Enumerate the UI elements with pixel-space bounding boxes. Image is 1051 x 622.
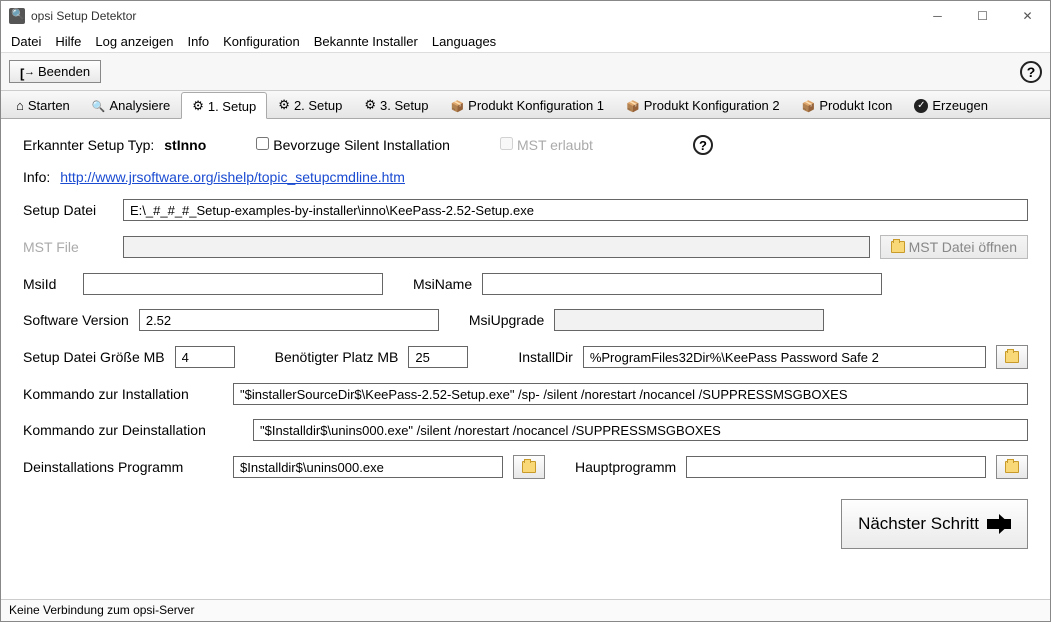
menu-konfiguration[interactable]: Konfiguration xyxy=(223,34,300,49)
needed-space-input[interactable] xyxy=(408,346,468,368)
installdir-browse-button[interactable] xyxy=(996,345,1028,369)
msiid-input[interactable] xyxy=(83,273,383,295)
menu-hilfe[interactable]: Hilfe xyxy=(55,34,81,49)
hauptprogramm-browse-button[interactable] xyxy=(996,455,1028,479)
package-icon xyxy=(802,98,816,113)
folder-icon xyxy=(891,241,905,253)
erkannter-setup-typ-value: stInno xyxy=(164,137,206,153)
exit-icon xyxy=(20,66,34,78)
mst-erlaubt-checkbox: MST erlaubt xyxy=(500,137,593,153)
tab-starten[interactable]: Starten xyxy=(5,92,81,118)
setup-datei-label: Setup Datei xyxy=(23,202,113,218)
tab-bar: Starten Analysiere 1. Setup 2. Setup 3. … xyxy=(1,91,1050,119)
naechster-schritt-button[interactable]: Nächster Schritt xyxy=(841,499,1028,549)
minimize-button[interactable]: ─ xyxy=(915,1,960,31)
menu-bekannte-installer[interactable]: Bekannte Installer xyxy=(314,34,418,49)
deinstall-prog-browse-button[interactable] xyxy=(513,455,545,479)
arrow-right-icon xyxy=(987,519,1011,529)
installdir-input[interactable] xyxy=(583,346,986,368)
menu-bar: Datei Hilfe Log anzeigen Info Konfigurat… xyxy=(1,31,1050,53)
bevorzuge-silent-checkbox[interactable]: Bevorzuge Silent Installation xyxy=(256,137,450,153)
status-bar: Keine Verbindung zum opsi-Server xyxy=(1,599,1050,621)
gear-icon xyxy=(192,98,204,114)
msiupgrade-input xyxy=(554,309,824,331)
setup-size-label: Setup Datei Größe MB xyxy=(23,349,165,365)
close-button[interactable]: ✕ xyxy=(1005,1,1050,31)
tab-produkt-icon[interactable]: Produkt Icon xyxy=(791,92,904,118)
erkannter-setup-typ-label: Erkannter Setup Typ: xyxy=(23,137,154,153)
info-link[interactable]: http://www.jrsoftware.org/ishelp/topic_s… xyxy=(60,169,405,185)
deinstall-prog-input[interactable] xyxy=(233,456,503,478)
maximize-button[interactable]: ☐ xyxy=(960,1,1005,31)
setup-size-input[interactable] xyxy=(175,346,235,368)
magnifier-icon xyxy=(92,98,106,113)
tab-analysiere[interactable]: Analysiere xyxy=(81,92,181,118)
kmd-install-input[interactable] xyxy=(233,383,1028,405)
software-version-label: Software Version xyxy=(23,312,129,328)
msiupgrade-label: MsiUpgrade xyxy=(469,312,544,328)
hauptprogramm-input[interactable] xyxy=(686,456,986,478)
toolbar: Beenden ? xyxy=(1,53,1050,91)
package-icon xyxy=(450,98,464,113)
kmd-deinstall-input[interactable] xyxy=(253,419,1028,441)
tab-produkt-konfig-2[interactable]: Produkt Konfiguration 2 xyxy=(615,92,791,118)
msiname-label: MsiName xyxy=(413,276,472,292)
kmd-deinstall-label: Kommando zur Deinstallation xyxy=(23,422,243,438)
setup-datei-input[interactable] xyxy=(123,199,1028,221)
tab-setup-1[interactable]: 1. Setup xyxy=(181,92,267,119)
menu-datei[interactable]: Datei xyxy=(11,34,41,49)
folder-icon xyxy=(1005,461,1019,473)
menu-log[interactable]: Log anzeigen xyxy=(95,34,173,49)
tab-setup-3[interactable]: 3. Setup xyxy=(353,91,439,118)
gear-icon xyxy=(278,97,290,113)
check-icon: ✓ xyxy=(914,99,928,113)
window-title: opsi Setup Detektor xyxy=(31,9,136,23)
msiname-input[interactable] xyxy=(482,273,882,295)
gear-icon xyxy=(364,97,376,113)
tab-erzeugen[interactable]: ✓Erzeugen xyxy=(903,92,999,118)
needed-space-label: Benötigter Platz MB xyxy=(275,349,399,365)
home-icon xyxy=(16,98,24,113)
content-panel: Erkannter Setup Typ: stInno Bevorzuge Si… xyxy=(1,119,1050,565)
beenden-button[interactable]: Beenden xyxy=(9,60,101,83)
help-icon[interactable]: ? xyxy=(693,135,713,155)
tab-produkt-konfig-1[interactable]: Produkt Konfiguration 1 xyxy=(439,92,615,118)
menu-languages[interactable]: Languages xyxy=(432,34,496,49)
deinstall-prog-label: Deinstallations Programm xyxy=(23,459,223,475)
folder-icon xyxy=(1005,351,1019,363)
help-icon[interactable]: ? xyxy=(1020,61,1042,83)
package-icon xyxy=(626,98,640,113)
tab-setup-2[interactable]: 2. Setup xyxy=(267,91,353,118)
menu-info[interactable]: Info xyxy=(187,34,209,49)
folder-icon xyxy=(522,461,536,473)
software-version-input[interactable] xyxy=(139,309,439,331)
kmd-install-label: Kommando zur Installation xyxy=(23,386,223,402)
hauptprogramm-label: Hauptprogramm xyxy=(575,459,676,475)
mst-file-input xyxy=(123,236,870,258)
msiid-label: MsiId xyxy=(23,276,73,292)
installdir-label: InstallDir xyxy=(518,349,572,365)
mst-datei-oeffnen-button: MST Datei öffnen xyxy=(880,235,1028,259)
info-label: Info: xyxy=(23,169,50,185)
app-icon xyxy=(9,8,25,24)
mst-file-label: MST File xyxy=(23,239,113,255)
status-text: Keine Verbindung zum opsi-Server xyxy=(9,603,194,617)
title-bar: opsi Setup Detektor ─ ☐ ✕ xyxy=(1,1,1050,31)
